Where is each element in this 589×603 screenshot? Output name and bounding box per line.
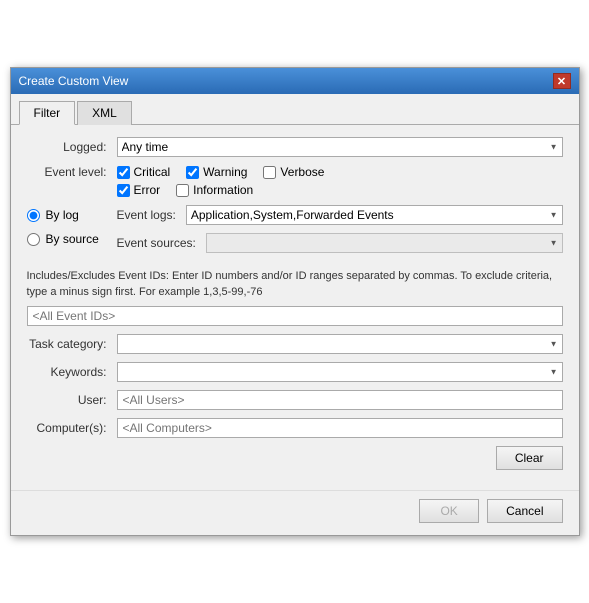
- logged-select[interactable]: Any time: [117, 137, 563, 157]
- event-sources-row: Event sources:: [117, 233, 563, 253]
- critical-label: Critical: [134, 165, 171, 179]
- clear-button-row: Clear: [27, 446, 563, 470]
- help-text: Includes/Excludes Event IDs: Enter ID nu…: [27, 269, 563, 300]
- cancel-button[interactable]: Cancel: [487, 499, 562, 523]
- filter-content: Logged: Any time Event level: Critical: [11, 125, 579, 486]
- radio-column: By log By source: [27, 205, 117, 261]
- event-logs-label: Event logs:: [117, 208, 186, 222]
- keywords-select[interactable]: [117, 362, 563, 382]
- warning-checkbox[interactable]: [186, 166, 199, 179]
- logged-row: Logged: Any time: [27, 137, 563, 157]
- tab-bar: Filter XML: [11, 94, 579, 125]
- warning-label: Warning: [203, 165, 247, 179]
- critical-checkbox[interactable]: [117, 166, 130, 179]
- log-source-selects: Event logs: Application,System,Forwarded…: [117, 205, 563, 261]
- create-custom-view-dialog: Create Custom View ✕ Filter XML Logged: …: [10, 67, 580, 536]
- computer-row: Computer(s):: [27, 418, 563, 438]
- title-bar: Create Custom View ✕: [11, 68, 579, 94]
- checkbox-row-2: Error Information: [117, 183, 563, 197]
- information-checkbox-label[interactable]: Information: [176, 183, 253, 197]
- by-source-label: By source: [46, 232, 99, 246]
- clear-button[interactable]: Clear: [496, 446, 563, 470]
- information-checkbox[interactable]: [176, 184, 189, 197]
- user-input[interactable]: [117, 390, 563, 410]
- user-input-wrap: [117, 390, 563, 410]
- event-sources-label: Event sources:: [117, 236, 206, 250]
- tab-filter[interactable]: Filter: [19, 101, 76, 125]
- keywords-row: Keywords:: [27, 362, 563, 382]
- error-checkbox[interactable]: [117, 184, 130, 197]
- event-ids-row: [27, 306, 563, 326]
- verbose-checkbox[interactable]: [263, 166, 276, 179]
- event-sources-select-wrapper: [206, 233, 563, 253]
- event-ids-input-wrap: [27, 306, 563, 326]
- event-logs-select[interactable]: Application,System,Forwarded Events: [186, 205, 563, 225]
- dialog-title: Create Custom View: [19, 74, 129, 88]
- warning-checkbox-label[interactable]: Warning: [186, 165, 247, 179]
- event-level-checkboxes: Critical Warning Verbose Error: [117, 165, 563, 197]
- user-row: User:: [27, 390, 563, 410]
- event-sources-select[interactable]: [206, 233, 563, 253]
- task-category-select-wrapper: [117, 334, 563, 354]
- checkbox-row-1: Critical Warning Verbose: [117, 165, 563, 179]
- keywords-label: Keywords:: [27, 365, 117, 379]
- keywords-select-wrapper: [117, 362, 563, 382]
- by-log-label: By log: [46, 208, 79, 222]
- event-logs-row: Event logs: Application,System,Forwarded…: [117, 205, 563, 225]
- ok-button[interactable]: OK: [419, 499, 479, 523]
- user-label: User:: [27, 393, 117, 407]
- by-log-radio-label[interactable]: By log: [27, 205, 117, 225]
- by-log-radio[interactable]: [27, 209, 40, 222]
- task-category-select[interactable]: [117, 334, 563, 354]
- task-category-label: Task category:: [27, 337, 117, 351]
- computer-input[interactable]: [117, 418, 563, 438]
- logged-label: Logged:: [27, 140, 117, 154]
- event-level-label: Event level:: [27, 165, 117, 179]
- verbose-checkbox-label[interactable]: Verbose: [263, 165, 324, 179]
- close-button[interactable]: ✕: [553, 73, 571, 89]
- computer-input-wrap: [117, 418, 563, 438]
- information-label: Information: [193, 183, 253, 197]
- log-source-section: By log By source Event logs: Application…: [27, 205, 563, 261]
- verbose-label: Verbose: [280, 165, 324, 179]
- error-label: Error: [134, 183, 161, 197]
- by-source-radio-label[interactable]: By source: [27, 229, 117, 249]
- task-category-row: Task category:: [27, 334, 563, 354]
- error-checkbox-label[interactable]: Error: [117, 183, 161, 197]
- logged-select-wrapper: Any time: [117, 137, 563, 157]
- event-logs-select-wrapper: Application,System,Forwarded Events: [186, 205, 563, 225]
- tab-xml[interactable]: XML: [77, 101, 132, 125]
- dialog-footer: OK Cancel: [11, 490, 579, 535]
- computer-label: Computer(s):: [27, 421, 117, 435]
- critical-checkbox-label[interactable]: Critical: [117, 165, 171, 179]
- by-source-radio[interactable]: [27, 233, 40, 246]
- event-ids-input[interactable]: [27, 306, 563, 326]
- event-level-row: Event level: Critical Warning Verbose: [27, 165, 563, 197]
